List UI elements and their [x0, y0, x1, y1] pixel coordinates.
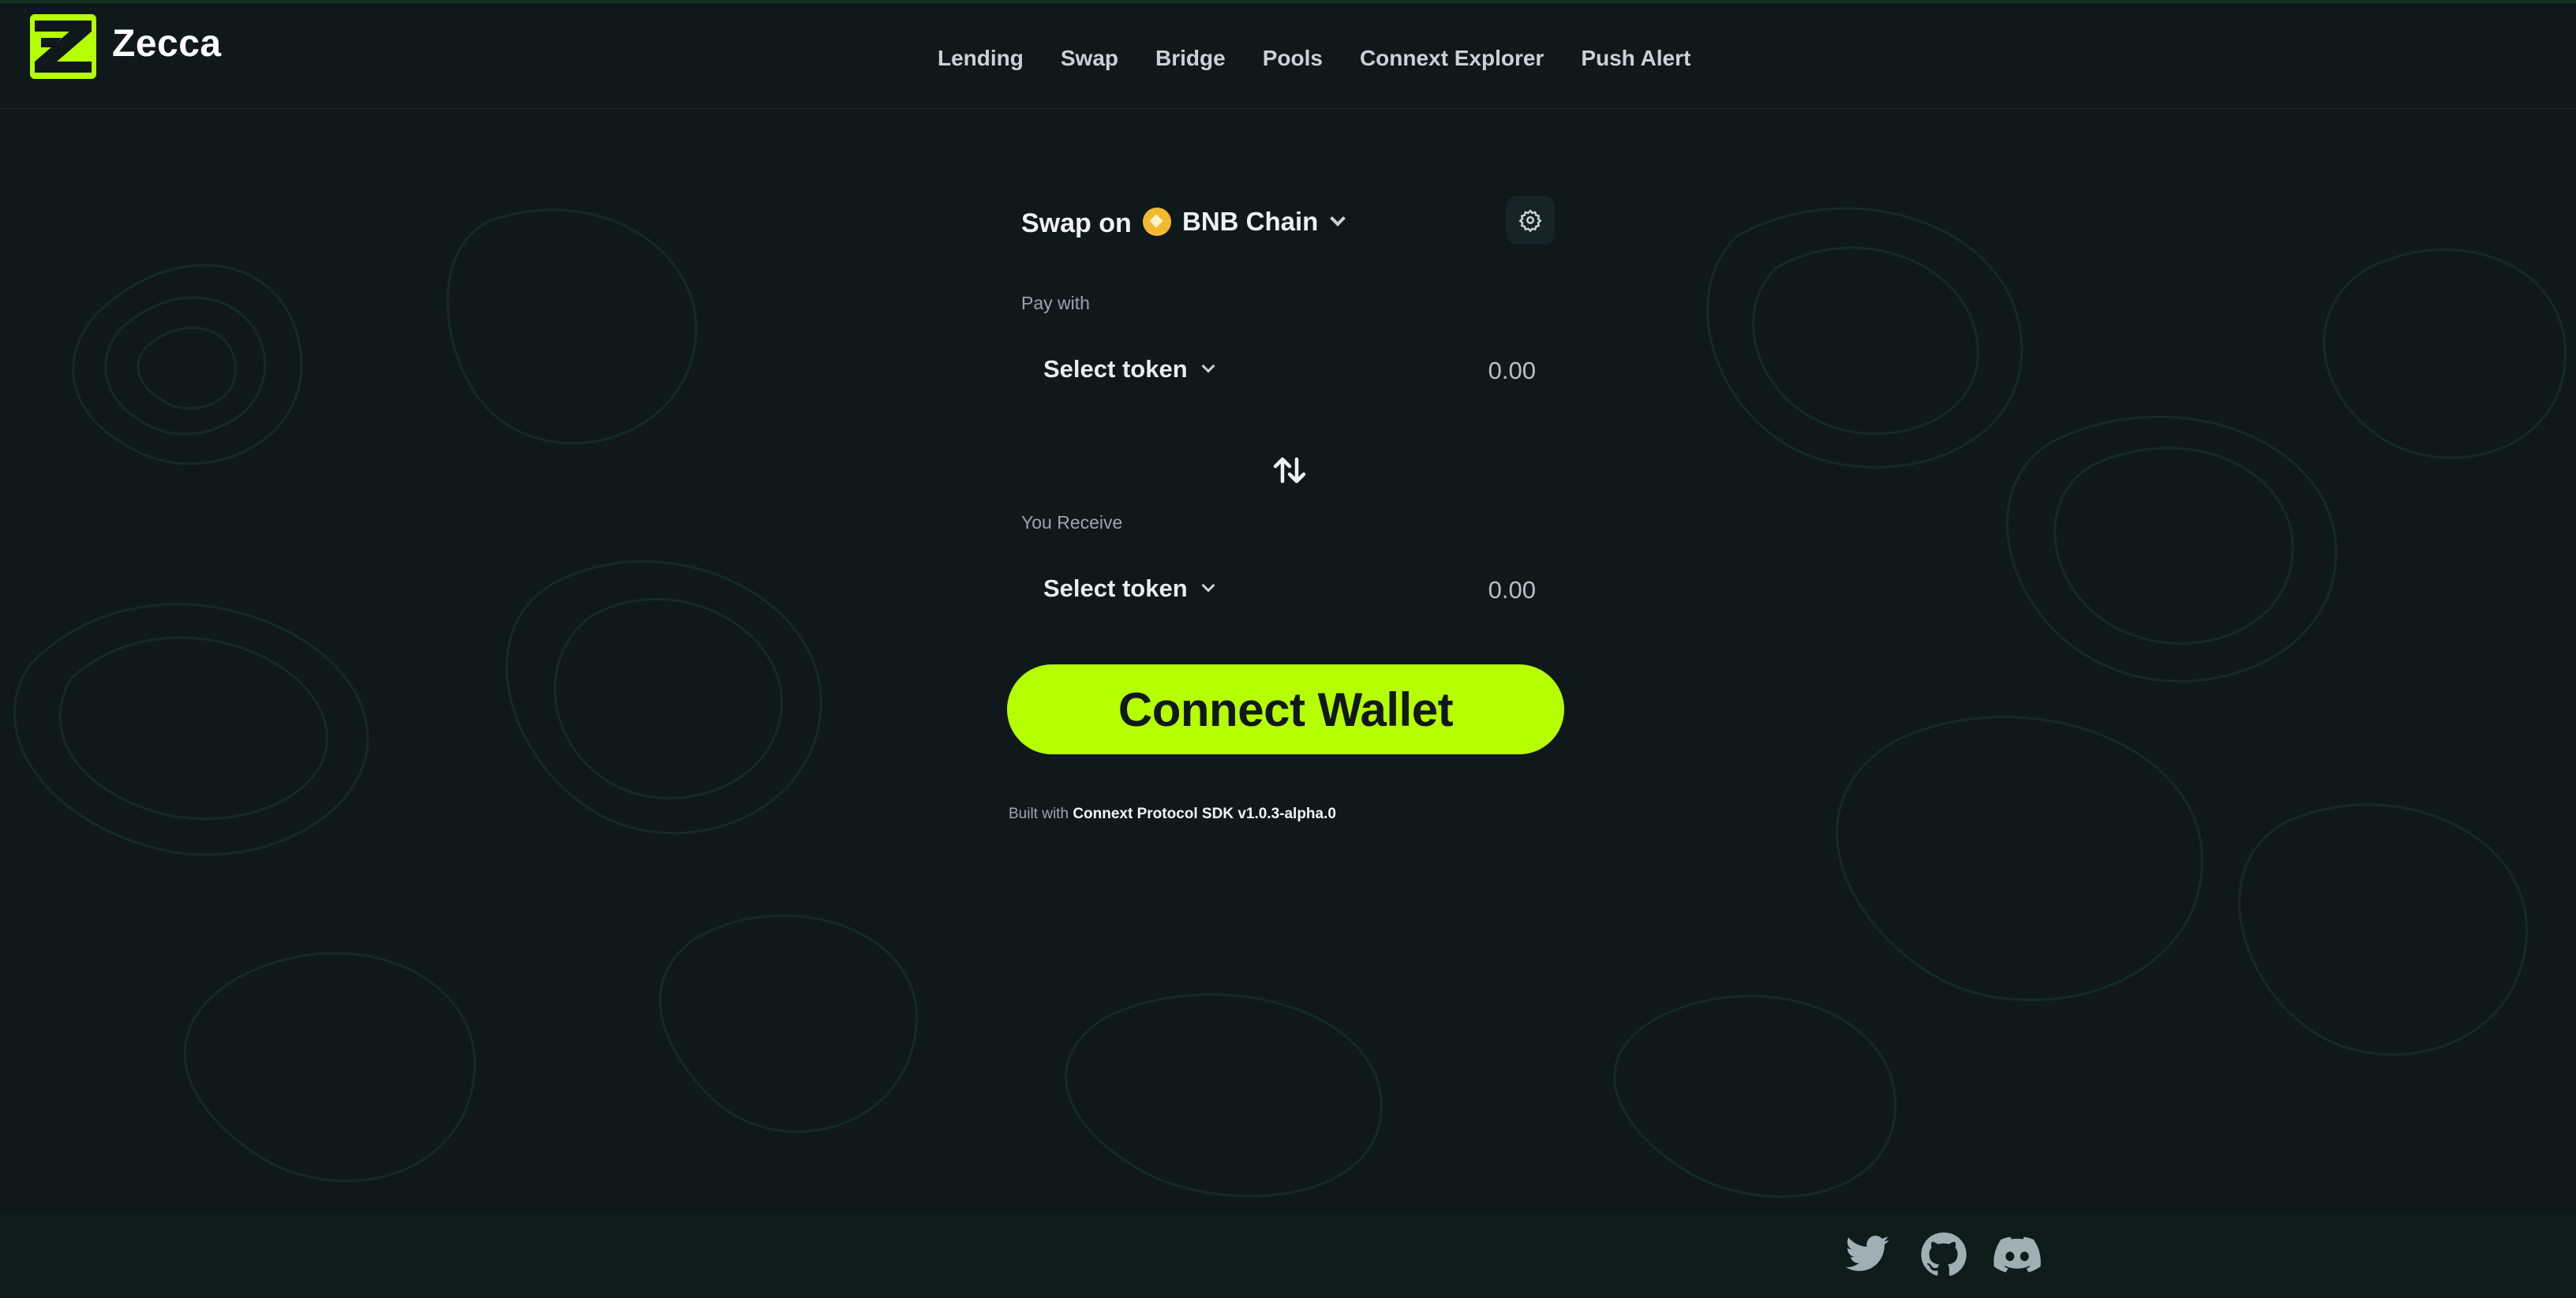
receive-token-row: Select token 0.00	[1021, 551, 1558, 630]
nav-lending[interactable]: Lending	[938, 46, 1024, 71]
zecca-logo-icon[interactable]	[30, 14, 96, 79]
nav-pools[interactable]: Pools	[1263, 46, 1323, 71]
sdk-version-link[interactable]: Connext Protocol SDK v1.0.3-alpha.0	[1073, 806, 1336, 822]
main-nav: Lending Swap Bridge Pools Connext Explor…	[938, 46, 1690, 71]
swap-card: Swap on BNB Chain Pay with Select token …	[1007, 164, 1588, 787]
receive-token-selector[interactable]: Select token	[1043, 574, 1215, 603]
nav-connext-explorer[interactable]: Connext Explorer	[1360, 46, 1544, 71]
built-with-note: Built with Connext Protocol SDK v1.0.3-a…	[1009, 806, 1336, 823]
pay-token-label: Select token	[1043, 355, 1188, 383]
chevron-down-icon	[1330, 211, 1346, 226]
receive-token-label: Select token	[1043, 574, 1188, 602]
chain-selector[interactable]: BNB Chain	[1143, 207, 1346, 237]
built-with-prefix: Built with	[1009, 806, 1069, 822]
top-navbar: Zecca Lending Swap Bridge Pools Connext …	[0, 0, 2576, 109]
swap-direction-button[interactable]	[1266, 447, 1313, 494]
swap-arrows-icon	[1273, 457, 1306, 484]
bnb-chain-icon	[1143, 208, 1171, 236]
nav-push-alert[interactable]: Push Alert	[1581, 46, 1690, 71]
pay-amount-input[interactable]: 0.00	[1488, 357, 1536, 385]
page-footer	[0, 1212, 2576, 1298]
receive-amount-input[interactable]: 0.00	[1488, 576, 1536, 604]
chevron-down-icon	[1201, 578, 1215, 593]
pay-with-label: Pay with	[1021, 293, 1090, 313]
connect-wallet-button[interactable]: Connect Wallet	[1007, 664, 1564, 754]
you-receive-label: You Receive	[1021, 512, 1123, 533]
brand-name[interactable]: Zecca	[112, 22, 222, 65]
twitter-icon[interactable]	[1844, 1231, 1891, 1278]
chevron-down-icon	[1201, 359, 1215, 373]
settings-button[interactable]	[1506, 196, 1555, 245]
pay-token-selector[interactable]: Select token	[1043, 355, 1215, 383]
nav-swap[interactable]: Swap	[1061, 46, 1118, 71]
chain-label: BNB Chain	[1182, 207, 1319, 236]
github-icon[interactable]	[1919, 1231, 1967, 1278]
pay-token-row: Select token 0.00	[1021, 331, 1558, 410]
swap-title: Swap on	[1021, 208, 1132, 238]
nav-bridge[interactable]: Bridge	[1155, 46, 1226, 71]
discord-icon[interactable]	[1994, 1231, 2041, 1278]
gear-icon	[1518, 209, 1542, 232]
